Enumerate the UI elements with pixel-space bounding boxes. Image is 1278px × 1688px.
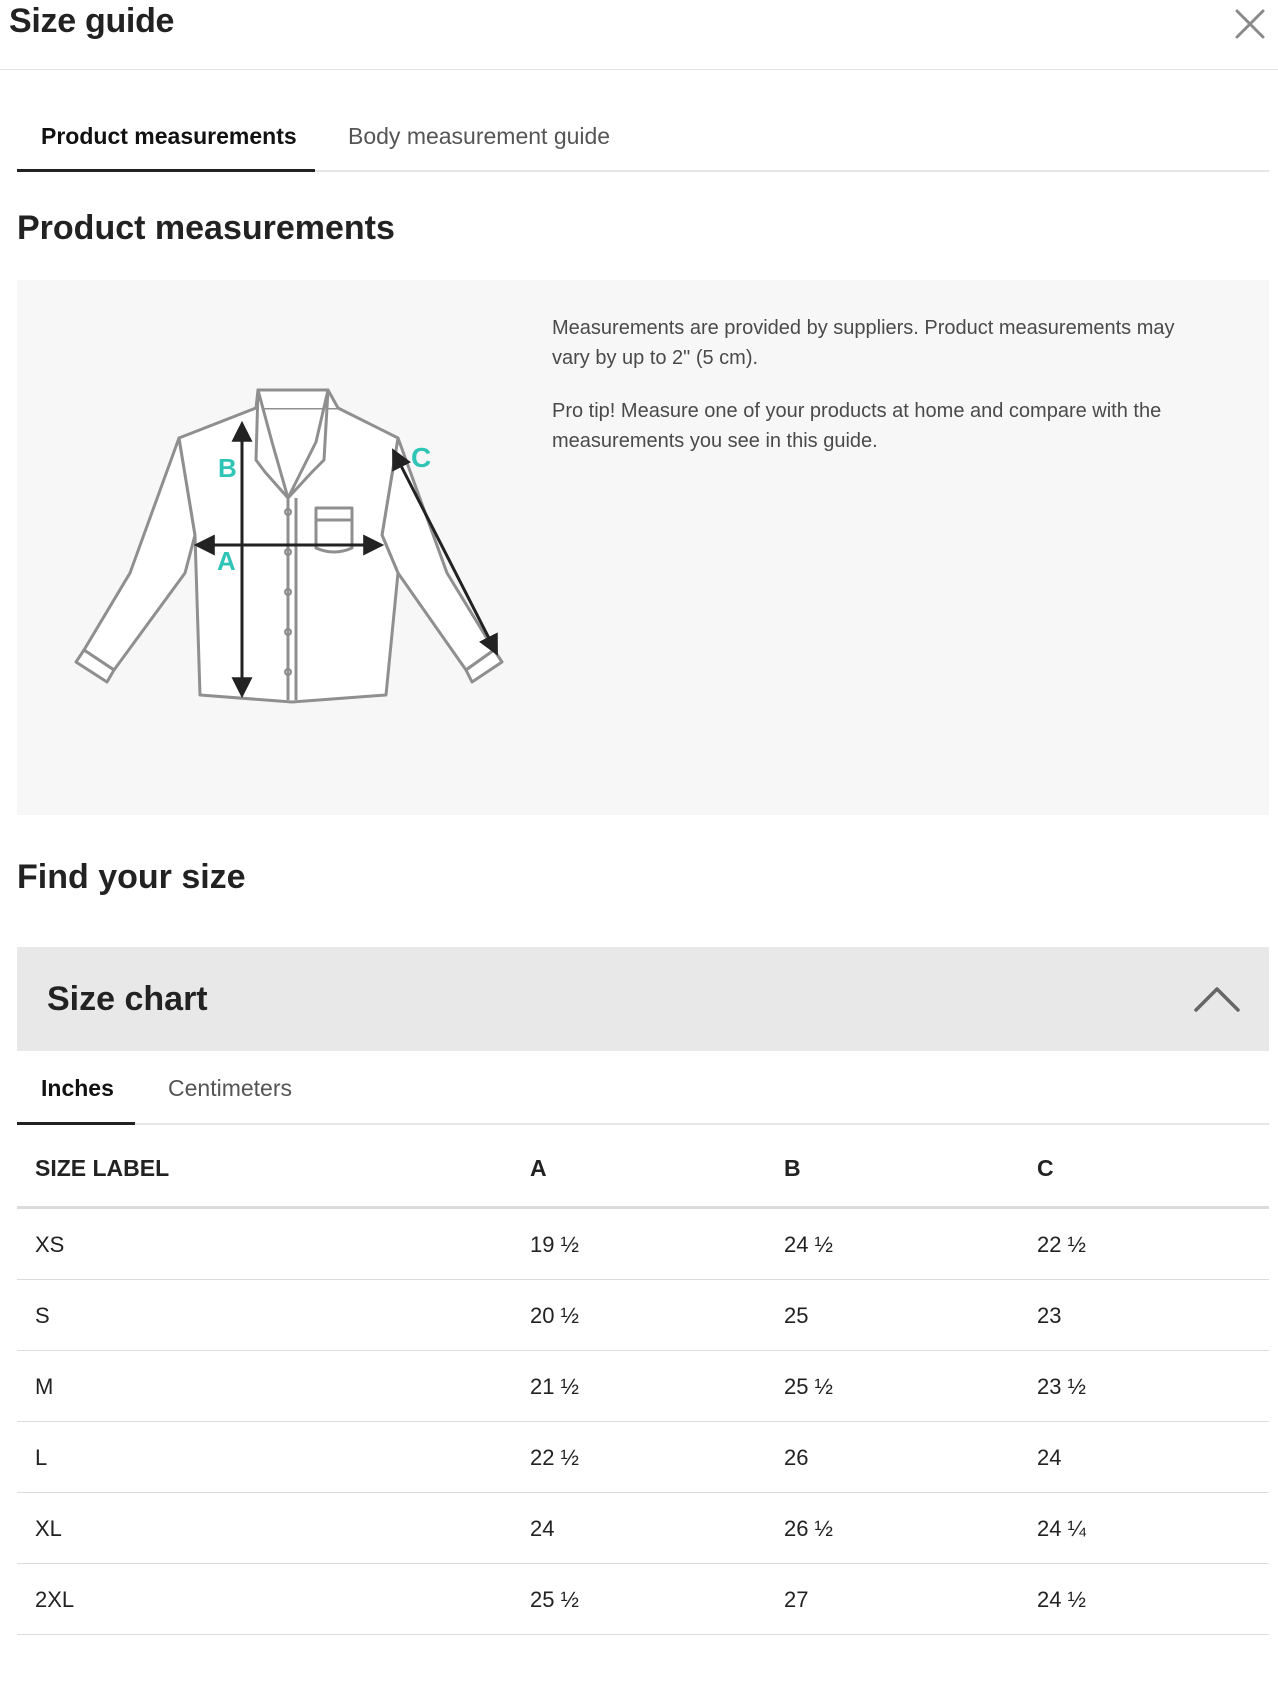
size-label-cell: 2XL bbox=[35, 1587, 75, 1612]
column-header-b: B bbox=[784, 1155, 801, 1181]
size-guide-tabs: Product measurements Body measurement gu… bbox=[17, 100, 1269, 172]
supplier-note: Measurements are provided by suppliers. … bbox=[552, 317, 1175, 369]
column-header-c: C bbox=[1037, 1155, 1054, 1181]
measurement-b-cell: 25 ½ bbox=[784, 1374, 833, 1399]
column-header-a: A bbox=[530, 1155, 547, 1181]
modal-title: Size guide bbox=[9, 2, 175, 40]
table-row: L 22 ½ 26 24 bbox=[17, 1422, 1269, 1493]
measurement-panel: A B C Measurements are provided by suppl… bbox=[17, 280, 1269, 815]
measurement-b-cell: 24 ½ bbox=[784, 1232, 833, 1257]
measurement-c-cell: 22 ½ bbox=[1037, 1232, 1086, 1257]
measurement-a-cell: 20 ½ bbox=[530, 1303, 579, 1328]
table-row: S 20 ½ 25 23 bbox=[17, 1280, 1269, 1351]
measurement-a-cell: 22 ½ bbox=[530, 1445, 579, 1470]
measurement-a-cell: 25 ½ bbox=[530, 1587, 579, 1612]
table-header-row: SIZE LABEL A B C bbox=[17, 1127, 1269, 1209]
tab-product-measurements[interactable]: Product measurements bbox=[41, 100, 297, 172]
unit-tabs: Inches Centimeters bbox=[17, 1051, 1269, 1125]
diagram-label-b: B bbox=[218, 453, 237, 483]
measurement-b-cell: 26 ½ bbox=[784, 1516, 833, 1541]
measurement-b-cell: 26 bbox=[784, 1445, 809, 1470]
table-row: 2XL 25 ½ 27 24 ½ bbox=[17, 1564, 1269, 1635]
size-chart-title: Size chart bbox=[47, 980, 208, 1018]
close-button[interactable] bbox=[1232, 6, 1268, 42]
diagram-label-a: A bbox=[217, 546, 236, 576]
measurement-c-cell: 24 ½ bbox=[1037, 1587, 1086, 1612]
active-unit-indicator bbox=[17, 1122, 135, 1125]
size-label-cell: XS bbox=[35, 1232, 65, 1257]
find-your-size-heading: Find your size bbox=[17, 858, 246, 896]
pro-tip-note: Pro tip! Measure one of your products at… bbox=[552, 400, 1162, 452]
table-row: M 21 ½ 25 ½ 23 ½ bbox=[17, 1351, 1269, 1422]
modal-header: Size guide bbox=[0, 0, 1278, 70]
size-chart-accordion[interactable]: Size chart bbox=[17, 947, 1269, 1051]
measurement-a-cell: 21 ½ bbox=[530, 1374, 579, 1399]
size-label-cell: S bbox=[35, 1303, 50, 1328]
close-icon bbox=[1235, 9, 1265, 39]
active-tab-indicator bbox=[17, 169, 315, 172]
chevron-up-icon bbox=[1194, 987, 1240, 1012]
measurement-b-cell: 27 bbox=[784, 1587, 809, 1612]
size-chart-table: SIZE LABEL A B C XS 19 ½ 24 ½ 22 ½ S 20 … bbox=[17, 1127, 1269, 1635]
measurement-a-cell: 19 ½ bbox=[530, 1232, 579, 1257]
tab-inches[interactable]: Inches bbox=[41, 1051, 114, 1125]
size-label-cell: XL bbox=[35, 1516, 62, 1541]
tab-body-measurement-guide[interactable]: Body measurement guide bbox=[348, 100, 610, 172]
measurement-c-cell: 24 bbox=[1037, 1445, 1062, 1470]
measurement-c-cell: 23 ½ bbox=[1037, 1374, 1086, 1399]
shirt-measurement-diagram: A B C bbox=[74, 388, 504, 704]
diagram-label-c: C bbox=[411, 442, 431, 473]
measurement-b-cell: 25 bbox=[784, 1303, 809, 1328]
measurement-notes: Measurements are provided by suppliers. … bbox=[552, 313, 1212, 456]
measurement-a-cell: 24 bbox=[530, 1516, 555, 1541]
tab-centimeters[interactable]: Centimeters bbox=[168, 1051, 292, 1125]
size-label-cell: M bbox=[35, 1374, 54, 1399]
measurement-c-cell: 23 bbox=[1037, 1303, 1062, 1328]
column-header-size-label: SIZE LABEL bbox=[35, 1155, 170, 1181]
product-measurements-heading: Product measurements bbox=[17, 209, 395, 247]
table-row: XS 19 ½ 24 ½ 22 ½ bbox=[17, 1209, 1269, 1280]
measurement-c-cell: 24 ¼ bbox=[1037, 1516, 1086, 1541]
table-row: XL 24 26 ½ 24 ¼ bbox=[17, 1493, 1269, 1564]
size-label-cell: L bbox=[35, 1445, 48, 1470]
